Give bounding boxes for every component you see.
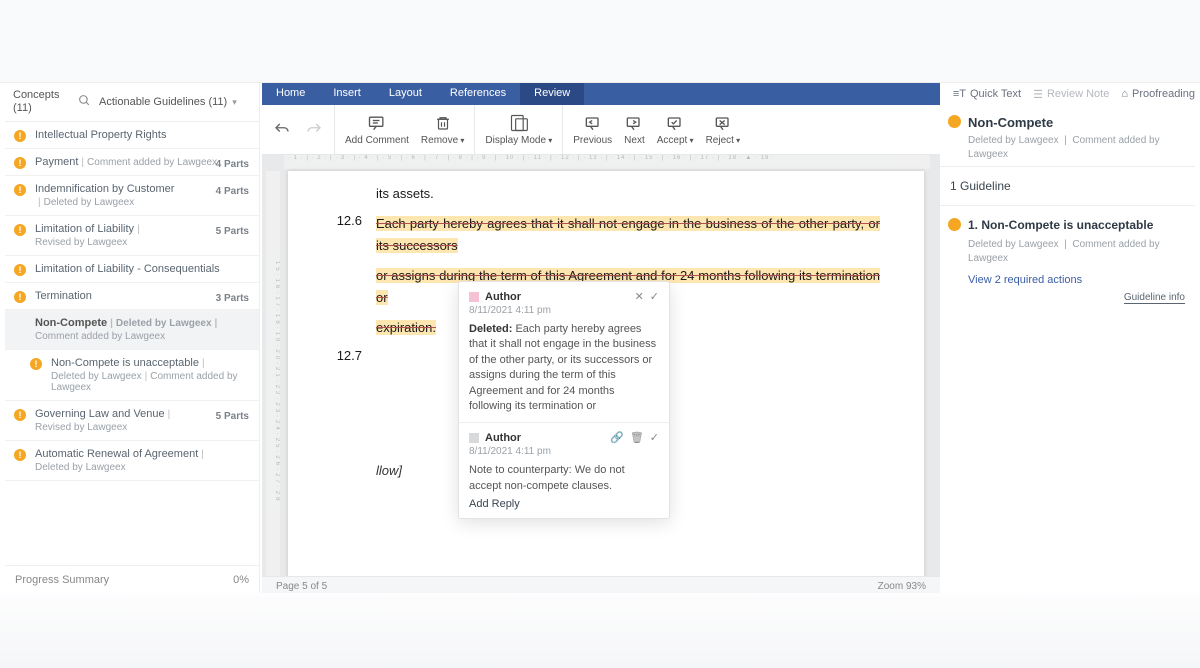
next-button[interactable]: Next (624, 113, 645, 146)
guideline-title: 1. Non-Compete is unacceptable (968, 218, 1185, 232)
concept-item-auto-renewal[interactable]: ! Automatic Renewal of Agreement| Delete… (5, 441, 259, 481)
warning-icon: ! (14, 264, 26, 276)
detail-title: Non-Compete (968, 115, 1185, 130)
view-actions-link[interactable]: View 2 required actions (968, 274, 1185, 286)
guidelines-label: Actionable Guidelines (11) (99, 96, 227, 108)
warning-icon: ! (14, 184, 26, 196)
concept-item-indemnification[interactable]: ! Indemnification by Customer |Deleted b… (5, 176, 259, 216)
concepts-title: Concepts (13, 89, 69, 102)
comment-note[interactable]: Author 🔗 🗑 ✓ 8/11/2021 4:11 pm Note to c… (459, 423, 669, 518)
accept-button[interactable]: Accept (657, 113, 694, 146)
trash-icon (433, 113, 453, 133)
top-spacer (0, 0, 1200, 83)
previous-button[interactable]: Previous (573, 113, 612, 146)
tab-insert[interactable]: Insert (319, 83, 375, 105)
guidelines-dropdown[interactable]: Actionable Guidelines (11) ▾ (99, 96, 251, 108)
warning-icon (948, 218, 961, 231)
guideline-card[interactable]: 1. Non-Compete is unacceptable Deleted b… (940, 206, 1195, 314)
menu-bar: Home Insert Layout References Review (262, 83, 940, 105)
concept-item-termination[interactable]: ! Termination 3 Parts (5, 283, 259, 310)
add-reply-button[interactable]: Add Reply (469, 494, 659, 510)
zoom-indicator: Zoom 93% (878, 581, 926, 592)
warning-icon: ! (14, 130, 26, 142)
warning-icon: ! (14, 157, 26, 169)
detail-panel: Non-Compete Deleted by Lawgeex | Comment… (940, 105, 1195, 593)
proofreading-button[interactable]: ⌂Proofreading (1121, 88, 1195, 100)
concept-item-noncompete[interactable]: Non-Compete|Deleted by Lawgeex| Comment … (5, 310, 259, 350)
concept-item-governing-law[interactable]: ! Governing Law and Venue| Revised by La… (5, 401, 259, 441)
search-icon[interactable] (69, 94, 99, 110)
document-area: · 1 · | · 2 · | · 3 · | · 4 · | · 5 · | … (262, 155, 940, 593)
prev-icon (583, 113, 603, 133)
guideline-count: 1 Guideline (940, 167, 1195, 206)
document-page[interactable]: its assets. 12.6 Each party hereby agree… (288, 171, 924, 585)
ribbon: Add Comment Remove Display Mode Previous… (262, 105, 940, 155)
add-comment-button[interactable]: Add Comment (345, 113, 409, 146)
review-note-button[interactable]: ☰Review Note (1033, 88, 1109, 101)
author-color-swatch (469, 292, 479, 302)
concepts-panel: Concepts (11) Actionable Guidelines (11)… (5, 83, 260, 593)
check-icon[interactable]: ✓ (650, 290, 659, 303)
horizontal-ruler: · 1 · | · 2 · | · 3 · | · 4 · | · 5 · | … (284, 155, 930, 169)
warning-icon: ! (14, 449, 26, 461)
tab-layout[interactable]: Layout (375, 83, 436, 105)
author-color-swatch (469, 433, 479, 443)
chevron-down-icon: ▾ (232, 97, 237, 107)
bottom-fade (0, 593, 1200, 668)
right-toolbar: ≡TQuick Text ☰Review Note ⌂Proofreading (953, 83, 1195, 105)
check-icon[interactable]: ✓ (650, 431, 659, 444)
concepts-count: (11) (13, 102, 69, 115)
concept-item-consequentials[interactable]: ! Limitation of Liability - Consequentia… (5, 256, 259, 283)
display-mode-button[interactable]: Display Mode (485, 113, 552, 146)
warning-icon: ! (14, 409, 26, 421)
comment-popup: Author ✕ ✓ 8/11/2021 4:11 pm Deleted: Ea… (458, 281, 670, 519)
redo-button[interactable] (304, 120, 324, 140)
guideline-info-link[interactable]: Guideline info (1124, 292, 1185, 304)
concept-list: ! Intellectual Property Rights ! Payment… (5, 122, 259, 570)
quick-text-button[interactable]: ≡TQuick Text (953, 88, 1021, 100)
warning-icon (948, 115, 961, 128)
close-icon[interactable]: ✕ (635, 290, 644, 303)
comment-icon (367, 113, 387, 133)
detail-header: Non-Compete Deleted by Lawgeex | Comment… (940, 105, 1195, 167)
warning-icon: ! (14, 224, 26, 236)
warning-icon: ! (30, 358, 42, 370)
undo-button[interactable] (272, 120, 292, 140)
remove-button[interactable]: Remove (421, 113, 465, 146)
link-icon[interactable]: 🔗 (610, 431, 624, 444)
concept-item-liability[interactable]: ! Limitation of Liability| Revised by La… (5, 216, 259, 256)
reject-icon (713, 113, 733, 133)
next-icon (624, 113, 644, 133)
concept-item-ip[interactable]: ! Intellectual Property Rights (5, 122, 259, 149)
warning-icon: ! (14, 291, 26, 303)
page-indicator: Page 5 of 5 (276, 581, 327, 592)
tab-home[interactable]: Home (262, 83, 319, 105)
tab-references[interactable]: References (436, 83, 520, 105)
trash-icon[interactable]: 🗑 (630, 431, 644, 444)
concept-item-payment[interactable]: ! Payment|Comment added by Lawgeex 4 Par… (5, 149, 259, 176)
display-icon (509, 113, 529, 133)
comment-deleted[interactable]: Author ✕ ✓ 8/11/2021 4:11 pm Deleted: Ea… (459, 282, 669, 423)
vertical-ruler: 15·16·17·18·19·20·21·22·23·24·25·26·27·2… (266, 171, 280, 593)
progress-summary: Progress Summary 0% (5, 565, 259, 593)
accept-icon (665, 113, 685, 133)
concepts-header: Concepts (11) Actionable Guidelines (11)… (5, 83, 259, 122)
concept-item-noncompete-unacceptable[interactable]: ! Non-Compete is unacceptable| Deleted b… (5, 350, 259, 401)
tab-review[interactable]: Review (520, 83, 584, 105)
reject-button[interactable]: Reject (706, 113, 741, 146)
